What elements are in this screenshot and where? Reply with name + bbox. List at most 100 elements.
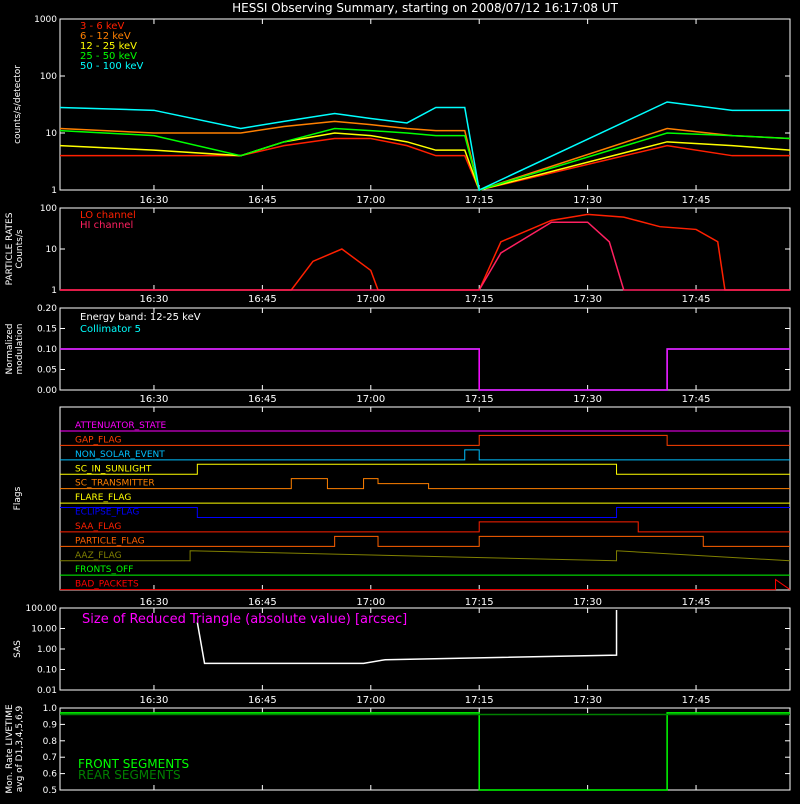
modulation-legend-0: Collimator 5 [80, 324, 141, 335]
flag-label-attenuator-state: ATTENUATOR_STATE [75, 421, 167, 431]
modulation-ytick-label: 0.10 [37, 345, 57, 355]
modulation-xtick-label: 17:15 [465, 394, 494, 405]
sas-ytick-label: 1.00 [37, 645, 57, 655]
modulation-xtick-label: 16:45 [248, 394, 277, 405]
particle-ylabel-2: Counts/s [15, 229, 25, 268]
livetime-ytick-label: 0.9 [43, 720, 58, 730]
counts-series-4 [59, 101, 790, 192]
modulation-ylabel: Normalized [5, 323, 15, 374]
counts-panel: 1 10 100 1000 counts/s/detector 16:30 16:45 17:… [13, 15, 791, 206]
flag-line-sc-transmitter [60, 478, 790, 490]
counts-xtick-label: 16:45 [248, 195, 277, 206]
flag-line-aaz-flag [60, 550, 791, 562]
modulation-ytick-label: 0.00 [37, 386, 57, 396]
flag-line-saa-flag [60, 521, 790, 533]
sas-xtick-label: 17:15 [465, 695, 494, 706]
particle-ylabel: PARTICLE RATES [5, 212, 15, 285]
counts-series-0 [60, 137, 790, 191]
flag-line-particle-flag [60, 535, 790, 547]
counts-xtick-label: 16:30 [140, 195, 169, 206]
flag-label-fronts-off: FRONTS_OFF [75, 565, 133, 575]
particle-ytick-label: 1 [51, 286, 57, 296]
sas-ytick-label: 0.01 [37, 686, 57, 696]
counts-xtick-label: 17:15 [465, 195, 494, 206]
sas-ytick-label: 100.00 [26, 604, 58, 614]
flag-line-bad-packets [60, 578, 791, 591]
modulation-ytick-label: 0.20 [37, 304, 57, 314]
sas-xtick-label: 17:30 [573, 695, 602, 706]
flags-panel: Flags 16:30 16:45 17:00 17:15 17:30 17:45 ATTEN… [13, 406, 791, 608]
flags-frame [59, 406, 791, 591]
livetime-ytick-label: 0.5 [43, 786, 57, 796]
livetime-ylabel-2: avg of D1,3,4,5,6,9 [15, 705, 25, 792]
sas-annotation: Size of Reduced Triangle (absolute value… [82, 612, 407, 627]
counts-xtick-label: 17:00 [356, 195, 385, 206]
counts-ylabel: counts/s/detector [13, 65, 23, 144]
modulation-ylabel-2: modulation [15, 324, 25, 375]
particle-panel: 1 10 100 PARTICLE RATES Counts/s 16:30 16:45 17… [5, 204, 791, 305]
livetime-ytick-label: 0.7 [43, 753, 57, 763]
flags-xtick-label: 17:30 [573, 597, 602, 608]
modulation-xtick-label: 16:30 [140, 394, 169, 405]
flag-line-gap-flag [60, 434, 790, 446]
flags-xtick-label: 16:45 [248, 597, 277, 608]
summary-plots: HESSI Observing Summary, starting on 200… [5, 1, 791, 796]
flag-label-flare-flag: FLARE_FLAG [75, 493, 131, 503]
particle-xtick-label: 16:45 [248, 294, 277, 305]
particle-xtick-label: 16:30 [140, 294, 169, 305]
flags-xtick-label: 17:15 [465, 597, 494, 608]
modulation-series-1 [60, 348, 790, 391]
particle-frame [59, 207, 791, 291]
particle-series-0 [60, 213, 790, 291]
particle-legend-1: HI channel [80, 220, 133, 231]
particle-ytick-label: 10 [46, 245, 58, 255]
livetime-legend-1: REAR SEGMENTS [78, 768, 181, 782]
flags-xtick-label: 17:45 [682, 597, 711, 608]
livetime-ytick-label: 0.8 [43, 737, 58, 747]
flag-line-non-solar-event [60, 449, 790, 461]
flag-label-sc-transmitter: SC_TRANSMITTER [75, 479, 155, 489]
counts-series-2 [59, 132, 791, 191]
counts-legend-4: 50 - 100 keV [80, 61, 144, 72]
counts-series-3 [59, 127, 791, 191]
counts-xtick-label: 17:30 [573, 195, 602, 206]
sas-xtick-label: 16:30 [140, 695, 169, 706]
flags-ylabel: Flags [13, 486, 23, 510]
counts-ytick-label: 100 [40, 72, 57, 82]
flag-label-eclipse-flag: ECLIPSE_FLAG [75, 508, 139, 518]
sas-panel: 0.01 0.10 1.00 10.00 100.00 SAS 16:30 16:45 17:0… [13, 604, 791, 706]
flag-label-sc-in-sunlight: SC_IN_SUNLIGHT [75, 464, 152, 474]
particle-xtick-label: 17:30 [573, 294, 602, 305]
modulation-xtick-label: 17:45 [682, 394, 711, 405]
particle-xtick-label: 17:45 [682, 294, 711, 305]
modulation-annotation: Energy band: 12-25 keV [80, 312, 201, 323]
modulation-panel: 0.00 0.05 0.10 0.15 0.20 Normalized modulation… [5, 304, 791, 405]
counts-ytick-label: 1 [51, 186, 57, 196]
particle-xtick-label: 17:00 [356, 294, 385, 305]
sas-ytick-label: 10.00 [31, 625, 57, 635]
sas-xtick-label: 17:00 [356, 695, 385, 706]
livetime-ytick-label: 0.6 [43, 770, 58, 780]
modulation-series-0 [60, 348, 790, 391]
flag-label-non-solar-event: NON_SOLAR_EVENT [75, 450, 165, 460]
modulation-ytick-label: 0.05 [37, 366, 57, 376]
sas-ylabel: SAS [13, 640, 23, 658]
livetime-ylabel: Mon. Rate LIVETIME [5, 704, 15, 794]
sas-xtick-label: 17:45 [682, 695, 711, 706]
counts-frame [59, 18, 791, 191]
flag-line-sc-in-sunlight [60, 463, 790, 475]
flag-label-saa-flag: SAA_FLAG [75, 522, 121, 532]
modulation-ytick-label: 0.15 [37, 325, 57, 335]
flags-xtick-label: 17:00 [356, 597, 385, 608]
modulation-xtick-label: 17:30 [573, 394, 602, 405]
observing-summary: HESSI Observing Summary, starting on 200… [0, 0, 800, 800]
modulation-xtick-label: 17:00 [356, 394, 385, 405]
counts-ytick-label: 10 [46, 129, 58, 139]
sas-ytick-label: 0.10 [37, 666, 57, 676]
flag-label-bad-packets: BAD_PACKETS [75, 580, 139, 590]
livetime-ytick-label: 1.0 [43, 704, 58, 714]
livetime-panel: 0.5 0.6 0.7 0.8 0.9 1.0 Mon. Rate LIVETIME avg … [5, 704, 791, 796]
sas-xtick-label: 16:45 [248, 695, 277, 706]
flag-line-eclipse-flag [60, 507, 790, 518]
counts-ytick-label: 1000 [34, 15, 57, 25]
